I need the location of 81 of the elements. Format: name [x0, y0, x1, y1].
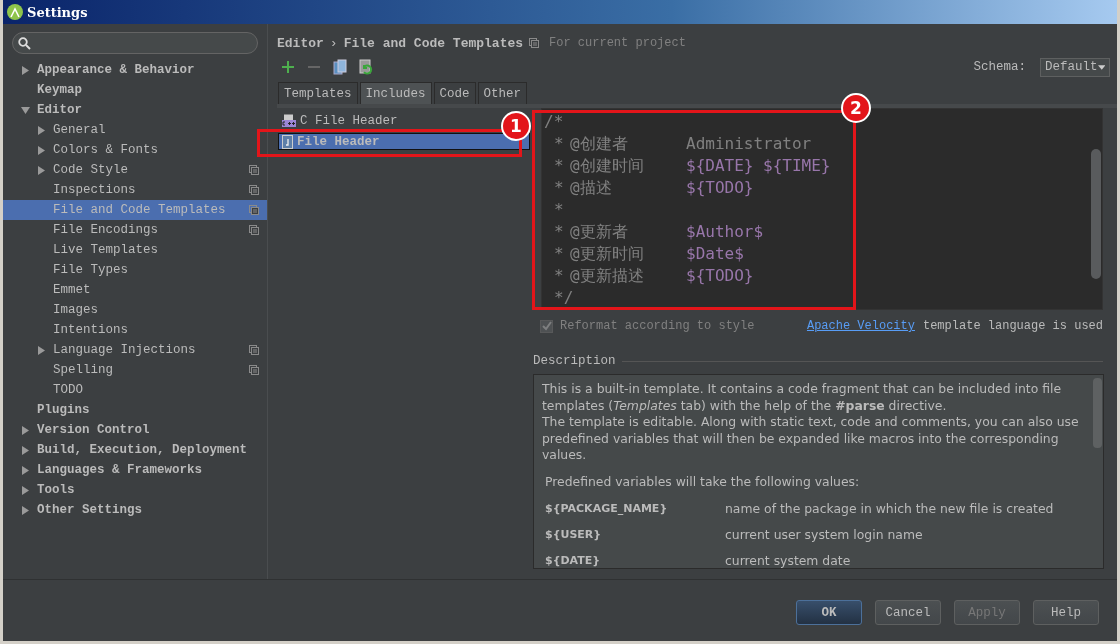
add-icon[interactable] [279, 58, 297, 76]
variables-intro: Predefined variables will take the following values: [545, 473, 861, 490]
language-note: template language is used [922, 319, 1103, 333]
project-scope-icon [249, 205, 259, 215]
variable-name: ${PACKAGE_NAME} [545, 500, 669, 517]
collapsed-arrow-icon[interactable] [37, 345, 46, 355]
description-text: This is a built-in template. It contains a code fragment that can be included into file templates (Templates tab) with the help of the #parse directive. [542, 381, 1062, 414]
project-scope-icon [249, 225, 259, 235]
breadcrumb-separator: › [329, 35, 338, 51]
code-line: /* [544, 111, 565, 133]
code-line: * @更新描述 ${TODO} [553, 265, 755, 287]
dialog-button[interactable]: Cancel [875, 600, 941, 625]
description-title: Description [533, 354, 616, 368]
sidebar-item[interactable]: Inspections [3, 180, 267, 200]
schema-label: Schema: [973, 60, 1026, 74]
sidebar-item[interactable]: File Encodings [3, 220, 267, 240]
window-title: Settings [27, 4, 88, 20]
search-icon [18, 36, 31, 50]
sidebar-item[interactable]: Plugins [3, 400, 267, 420]
checkbox-label: Reformat according to style [560, 319, 755, 333]
collapsed-arrow-icon[interactable] [21, 65, 30, 75]
java-file-icon [282, 134, 293, 149]
velocity-link[interactable]: Apache Velocity [806, 319, 915, 333]
code-line: * @更新时间 $Date$ [553, 243, 745, 265]
sidebar-item[interactable]: Code Style [3, 160, 267, 180]
sidebar-item[interactable]: Editor [3, 100, 267, 120]
breadcrumb-item: File and Code Templates [343, 35, 524, 51]
variable-meaning: name of the package in which the new file is created [725, 500, 1055, 518]
sidebar-item[interactable]: Language Injections [3, 340, 267, 360]
sidebar-item[interactable]: Tools [3, 480, 267, 500]
project-scope-icon [249, 365, 259, 375]
tab[interactable]: Code [433, 82, 476, 104]
project-scope-icon [249, 185, 259, 195]
code-line: * @创建时间 ${DATE} ${TIME} [553, 155, 832, 177]
tab[interactable]: Templates [278, 82, 358, 104]
app-logo-icon [7, 4, 23, 20]
description-text: The template is editable. Along with static text, code and comments, you can also use predefined variables that will then be expanded like macros into the corresponding values. [542, 414, 1080, 464]
sidebar-item[interactable]: Build, Execution, Deployment [3, 440, 267, 460]
dialog-button[interactable]: Help [1033, 600, 1099, 625]
sidebar-item[interactable]: Spelling [3, 360, 267, 380]
reset-icon[interactable] [357, 58, 375, 76]
tab[interactable]: Includes [359, 82, 432, 104]
code-line: * [553, 199, 565, 221]
sidebar-item[interactable]: Appearance & Behavior [3, 60, 267, 80]
sidebar-item[interactable]: TODO [3, 380, 267, 400]
template-item[interactable]: C File Header [278, 112, 403, 129]
copy-icon[interactable] [331, 58, 349, 76]
sidebar-item[interactable]: Live Templates [3, 240, 267, 260]
scrollbar-thumb[interactable] [1093, 378, 1102, 448]
callout-badge: 2 [841, 93, 871, 123]
cpp-file-icon [282, 113, 296, 128]
sidebar-item[interactable]: Other Settings [3, 500, 267, 520]
schema-dropdown[interactable]: Default [1040, 57, 1110, 77]
project-scope-icon [529, 38, 540, 48]
sidebar-item[interactable]: Languages & Frameworks [3, 460, 267, 480]
project-scope-icon [249, 165, 259, 175]
sidebar-item[interactable]: File Types [3, 260, 267, 280]
breadcrumb-item: Editor [277, 35, 324, 51]
sidebar-item[interactable]: General [3, 120, 267, 140]
code-line: * @创建者 Administrator [553, 133, 813, 155]
search-field[interactable] [12, 32, 258, 54]
dialog-button[interactable]: OK [796, 600, 862, 625]
sidebar-item[interactable]: Images [3, 300, 267, 320]
sidebar-item[interactable]: Keymap [3, 80, 267, 100]
scrollbar-thumb[interactable] [1091, 149, 1101, 279]
sidebar-item[interactable]: Colors & Fonts [3, 140, 267, 160]
variable-meaning: current user system login name [725, 526, 924, 544]
project-scope-icon [249, 345, 259, 355]
variable-name: ${DATE} [545, 552, 602, 568]
tab[interactable]: Other [477, 82, 528, 104]
variable-name: ${USER} [545, 526, 603, 543]
sidebar-item[interactable]: Intentions [3, 320, 267, 340]
caret-icon [1097, 64, 1105, 70]
scope-label: For current project [549, 36, 686, 50]
expanded-arrow-icon[interactable] [21, 105, 30, 115]
code-line: */ [553, 287, 575, 309]
code-line: * @描述 ${TODO} [553, 177, 755, 199]
code-line: * @更新者 $Author$ [553, 221, 765, 243]
sidebar-item[interactable]: Version Control [3, 420, 267, 440]
sidebar-item[interactable]: Emmet [3, 280, 267, 300]
variable-meaning: current system date [725, 552, 852, 568]
